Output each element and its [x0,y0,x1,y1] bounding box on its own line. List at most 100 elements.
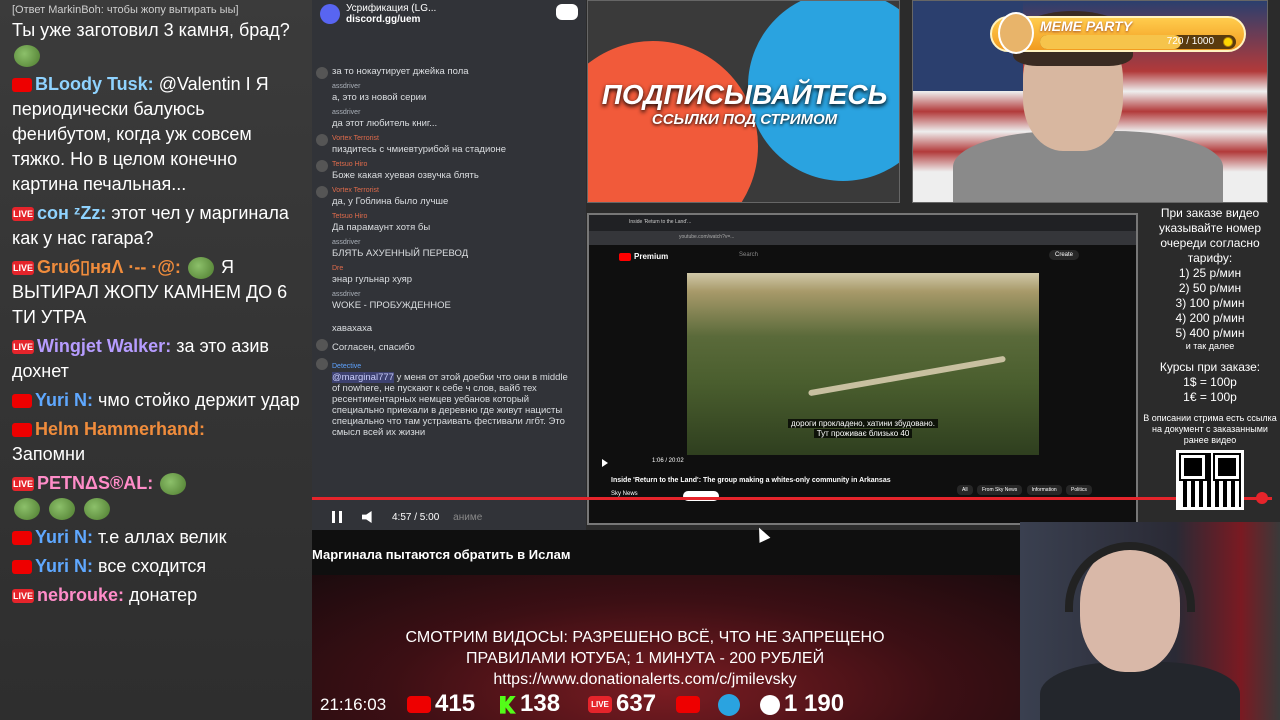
discord-username: Tetsuo Hiro [332,161,368,168]
discord-header: Усрификация (LG... discord.gg/uem [312,0,586,30]
chat-author: Wingjet Walker: [37,336,172,356]
user-avatar-icon [316,67,328,79]
kick-icon [500,695,516,714]
vk-count: 637 [616,690,657,717]
price-list: При заказе видео указывайте номер очеред… [1140,203,1280,523]
chat-author: Yuri N: [35,527,94,547]
create-button[interactable]: Create [1049,250,1080,260]
user-avatar-icon [316,339,328,351]
stream-layout: [Ответ MarkinBoh: чтобы жопу вытирать ыы… [0,0,1280,720]
total-count: 1 190 [784,690,845,717]
meme-progress-fill [1040,35,1182,49]
player-tail-text: анимe [453,512,483,523]
frog-emote-icon [160,473,187,496]
telegram-link [718,690,744,718]
player-time-value: 4:57 / 5:00 [392,512,440,523]
chat-message: Yuri N: чмо стойко держит удар [0,386,312,415]
volume-icon[interactable] [362,511,372,523]
discord-message: assdriver а, это из новой серии [312,79,586,105]
chat-message-text: донатер [129,585,198,605]
discord-message-text: Да парамаунт хотя бы [332,222,431,233]
vk-live-badge-icon: LIVE [12,207,34,222]
bottom-banner-text: СМОТРИМ ВИДОСЫ: РАЗРЕШЕНО ВСЁ, ЧТО НЕ ЗА… [340,627,950,690]
server-invite-link[interactable]: discord.gg/uem [346,14,576,25]
discord-username: assdriver [332,109,361,116]
discord-chat-panel: Усрификация (LG... discord.gg/uem за то … [312,0,586,530]
discord-message-text: Боже какая хуевая озвучка блять [332,170,479,181]
play-icon[interactable] [602,459,608,467]
related-chips: All From Sky News Information Politics [957,485,1095,495]
chat-message: Yuri N: все сходится [0,552,312,581]
viewer-stats: 21:16:03 415 138 LIVE 637 1 190 [312,688,1020,720]
discord-message-text: да, у Гоблина было лучше [332,196,449,207]
discord-username: Vortex Terrorist [332,187,379,194]
price-tier: 4) 200 р/мин [1175,311,1245,325]
rate: 1€ = 100р [1183,390,1237,404]
chat-message-text: т.е аллах велик [98,527,227,547]
chat-reply-note: [Ответ MarkinBoh: чтобы жопу вытирать ыы… [12,4,239,16]
youtube-badge-icon [12,531,32,546]
user-mention[interactable]: @marginal777 [332,372,394,383]
chat-author: Yuri N: [35,556,94,576]
donation-url[interactable]: https://www.donationalerts.com/c/jmilevs… [340,669,950,690]
chat-author: Helm Hammerhand: [35,419,206,439]
subscribe-subtitle: ССЫЛКИ ПОД СТРИМОМ [651,111,838,128]
browser-tab[interactable]: Inside 'Return to the Land'... [589,215,1136,231]
discord-message: assdriver БЛЯТЬ АХУЕННЫЙ ПЕРЕВОД [312,235,586,261]
vk-live-badge-icon: LIVE [12,340,34,355]
subtitle-line: дороги прокладено, хатини збудовано. [788,419,938,428]
meme-party-widget: MEME PARTY 720 / 1000 [990,12,1246,54]
discord-username: assdriver [332,83,361,90]
video-time: 1:06 / 20:02 [652,458,684,464]
user-avatar-icon [316,358,328,370]
doge-icon [998,12,1034,54]
discord-message: Согласен, спасибо [312,336,586,355]
discord-username: Tetsuo Hiro [332,213,368,220]
chat-message: Helm Hammerhand: Запомни [0,415,312,469]
user-avatar-icon [316,134,328,146]
price-tier: 3) 100 р/мин [1175,296,1245,310]
chip[interactable]: Information [1026,485,1062,495]
chat-message: LIVE PETNΔS®AL: [0,469,312,523]
video-frame[interactable]: дороги прокладено, хатини збудовано. Тут… [687,273,1039,455]
chat-message: Ты уже заготовил 3 камня, брад? [0,16,312,70]
total-viewers: 1 190 [760,690,844,718]
price-tier: 5) 400 р/мин [1175,326,1245,340]
video-title: Маргинала пытаются обратить в Ислам [312,530,1020,575]
chip[interactable]: From Sky News [976,485,1023,495]
youtube-badge-icon [12,78,32,93]
discord-message: Detective @marginal777 у меня от этой дое… [312,355,586,440]
youtube-badge-icon [12,394,32,409]
price-tier: 2) 50 р/мин [1178,281,1242,295]
rules-line: СМОТРИМ ВИДОСЫ: РАЗРЕШЕНО ВСЁ, ЧТО НЕ ЗА… [405,629,885,646]
clock: 21:16:03 [320,695,387,714]
vk-live-badge-icon: LIVE [12,589,34,604]
stream-progress-line [312,497,1272,500]
chip[interactable]: Politics [1066,485,1092,495]
chat-author: Gruб▯няɅ ·-- ·@: [37,257,181,277]
chip[interactable]: All [957,485,973,495]
meme-party-title: MEME PARTY [1040,18,1133,34]
video-subtitles: дороги прокладено, хатини збудовано. Тут… [687,419,1039,439]
pepe-emote-icon [187,257,214,280]
youtube-badge-icon [12,560,32,575]
telegram-icon [718,693,740,716]
player-time: 4:57 / 5:00 анимe [392,512,482,523]
media-player-controls: 4:57 / 5:00 анимe [312,505,586,530]
youtube-header: Premium Search Create [589,245,1136,269]
youtube-video-title[interactable]: Inside 'Return to the Land': The group m… [611,477,891,484]
pause-icon[interactable] [332,511,342,523]
youtube-search[interactable]: Search [739,252,758,258]
discord-message-text: пиздитесь с чмиевтурибой на стадионе [332,144,507,155]
chat-message: Yuri N: т.е аллах велик [0,523,312,552]
youtube-logo[interactable]: Premium [619,252,668,261]
discord-message: хавахаха [312,313,586,336]
address-bar[interactable]: youtube.com/watch?v=... [589,231,1136,245]
headphones-icon [1065,542,1195,612]
discord-username: assdriver [332,239,361,246]
meme-progress-count: 720 / 1000 [1166,36,1214,47]
chat-author: BLoody Tusk: [35,74,154,94]
discord-logo-icon [556,4,578,20]
discord-message-text: БЛЯТЬ АХУЕННЫЙ ПЕРЕВОД [332,248,469,259]
price-intro: При заказе видео указывайте номер очеред… [1158,206,1262,265]
